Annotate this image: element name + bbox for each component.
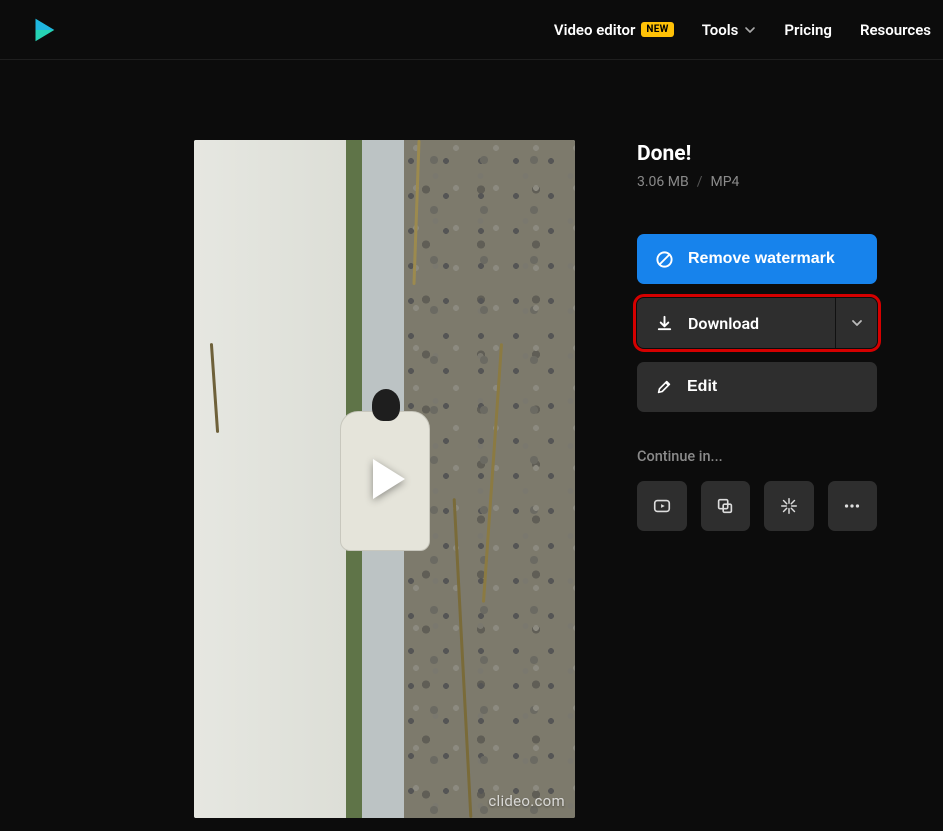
play-icon (373, 459, 405, 499)
download-button-group: Download (637, 298, 877, 348)
continue-option-compress[interactable] (764, 481, 814, 531)
download-icon (655, 314, 674, 333)
nav-video-editor[interactable]: Video editor NEW (554, 21, 674, 39)
nav-label: Video editor (554, 21, 636, 39)
remove-watermark-button[interactable]: Remove watermark (637, 234, 877, 284)
button-label: Download (688, 314, 759, 333)
meta-separator: / (697, 174, 703, 190)
nav-label: Pricing (784, 21, 832, 39)
arrows-in-icon (779, 496, 799, 516)
play-button[interactable] (194, 140, 575, 818)
play-logo-icon (28, 15, 58, 45)
nav-resources[interactable]: Resources (860, 21, 931, 39)
nav-label: Resources (860, 21, 931, 39)
logo[interactable] (28, 15, 58, 45)
nav-pricing[interactable]: Pricing (784, 21, 832, 39)
file-meta: 3.06 MB / MP4 (637, 174, 877, 190)
continue-option-merge[interactable] (701, 481, 751, 531)
button-label: Edit (687, 378, 717, 396)
pencil-icon (655, 378, 673, 396)
top-nav: Video editor NEW Tools Pricing Resources (554, 21, 931, 39)
page-title: Done! (637, 142, 877, 166)
continue-label: Continue in... (637, 448, 877, 465)
play-rect-icon (652, 496, 672, 516)
edit-button[interactable]: Edit (637, 362, 877, 412)
chevron-down-icon (744, 24, 756, 36)
nav-label: Tools (702, 21, 739, 39)
download-options-button[interactable] (835, 298, 877, 348)
overlap-squares-icon (715, 496, 735, 516)
nav-tools[interactable]: Tools (702, 21, 757, 39)
file-size: 3.06 MB (637, 174, 689, 190)
continue-option-play[interactable] (637, 481, 687, 531)
main: clideo.com Done! 3.06 MB / MP4 Remove wa… (0, 60, 943, 818)
badge-new: NEW (641, 22, 673, 37)
header: Video editor NEW Tools Pricing Resources (0, 0, 943, 60)
continue-row (637, 481, 877, 531)
result-panel: Done! 3.06 MB / MP4 Remove watermark Dow… (637, 140, 877, 818)
no-symbol-icon (655, 250, 674, 269)
file-format: MP4 (711, 174, 740, 190)
dots-horizontal-icon (842, 496, 862, 516)
chevron-down-icon (850, 316, 864, 330)
continue-option-more[interactable] (828, 481, 878, 531)
download-button[interactable]: Download (637, 298, 835, 348)
video-preview[interactable]: clideo.com (194, 140, 575, 818)
button-label: Remove watermark (688, 250, 835, 268)
